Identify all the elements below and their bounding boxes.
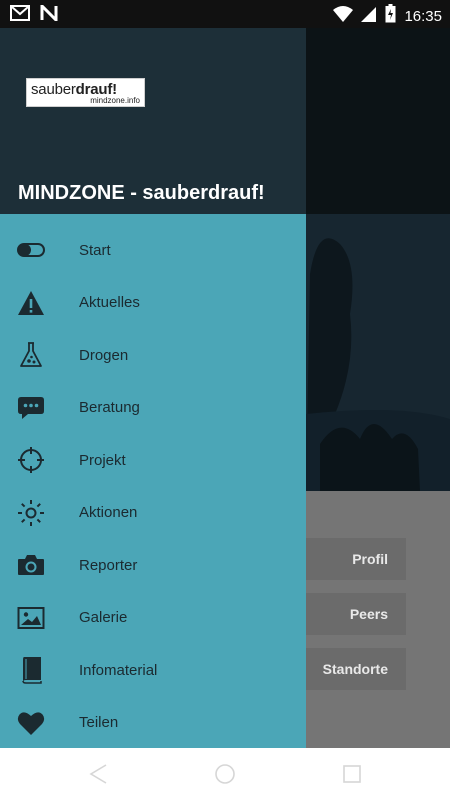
pill-icon — [16, 236, 46, 264]
wifi-icon — [333, 5, 354, 28]
app-logo: sauberdrauf! mindzone.info — [26, 78, 145, 107]
status-time: 16:35 — [404, 7, 442, 25]
peers-button[interactable]: Peers — [306, 593, 406, 635]
menu-label: Projekt — [79, 451, 126, 469]
home-icon[interactable] — [213, 762, 237, 786]
status-bar: 16:35 — [0, 0, 450, 28]
profil-button[interactable]: Profil — [306, 538, 406, 580]
menu-label: Infomaterial — [79, 661, 158, 679]
camera-icon — [16, 551, 46, 579]
menu-label: Start — [79, 241, 111, 259]
menu-item-galerie[interactable]: Galerie — [0, 592, 306, 645]
logo-subtext: mindzone.info — [90, 96, 140, 105]
drawer-header: sauberdrauf! mindzone.info MINDZONE - sa… — [0, 28, 306, 214]
menu-label: Teilen — [79, 714, 119, 732]
battery-charging-icon — [385, 4, 396, 28]
menu-item-teilen[interactable]: Teilen — [0, 697, 306, 750]
status-right-icons: 16:35 — [333, 4, 442, 28]
image-icon — [16, 604, 46, 632]
menu-item-reporter[interactable]: Reporter — [0, 539, 306, 592]
menu-label: Galerie — [79, 609, 128, 627]
menu-item-drogen[interactable]: Drogen — [0, 329, 306, 382]
menu-item-aktionen[interactable]: Aktionen — [0, 487, 306, 540]
menu-item-projekt[interactable]: Projekt — [0, 434, 306, 487]
book-icon — [16, 656, 46, 684]
logo-text-light: sauber — [31, 81, 76, 98]
chat-icon — [16, 394, 46, 422]
status-left-icons — [10, 2, 58, 26]
menu-label: Beratung — [79, 399, 140, 417]
system-nav-bar — [0, 748, 450, 800]
flask-icon — [16, 341, 46, 369]
standorte-button[interactable]: Standorte — [306, 648, 406, 690]
recents-icon[interactable] — [340, 762, 364, 786]
drawer-menu: Start Aktuelles Drogen Beratung Projekt — [0, 224, 306, 749]
crosshair-icon — [16, 446, 46, 474]
menu-item-start[interactable]: Start — [0, 224, 306, 277]
navigation-drawer: sauberdrauf! mindzone.info MINDZONE - sa… — [0, 28, 306, 748]
back-icon[interactable] — [86, 762, 110, 786]
menu-label: Aktionen — [79, 504, 138, 522]
gmail-icon — [10, 5, 30, 26]
drawer-title: MINDZONE - sauberdrauf! — [18, 182, 265, 204]
menu-item-infomaterial[interactable]: Infomaterial — [0, 644, 306, 697]
sun-icon — [16, 499, 46, 527]
warning-icon — [16, 289, 46, 317]
menu-item-beratung[interactable]: Beratung — [0, 382, 306, 435]
heart-icon — [16, 709, 46, 737]
menu-item-aktuelles[interactable]: Aktuelles — [0, 277, 306, 330]
n-app-icon — [40, 2, 58, 26]
menu-label: Reporter — [79, 556, 138, 574]
signal-icon — [361, 5, 377, 28]
menu-label: Aktuelles — [79, 294, 140, 312]
menu-label: Drogen — [79, 346, 129, 364]
